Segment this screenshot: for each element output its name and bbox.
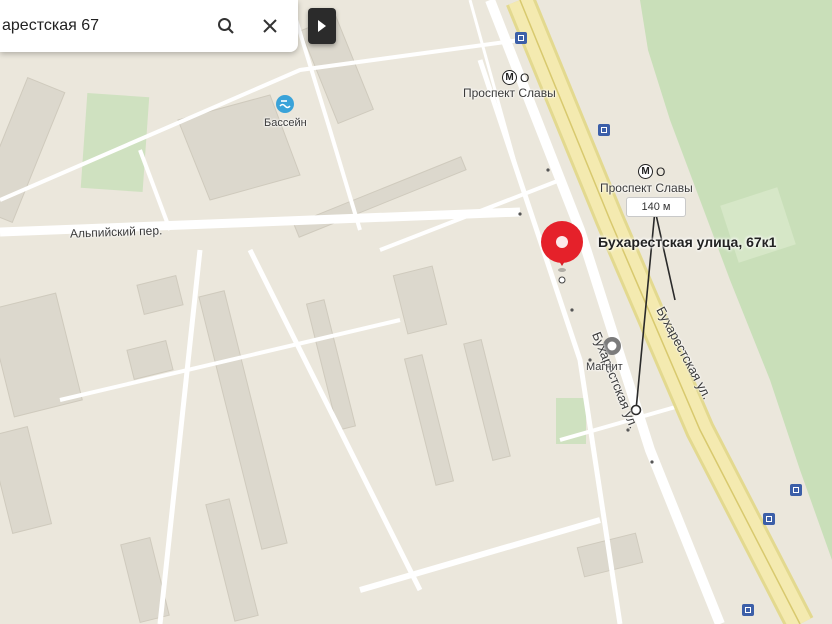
metro-marker-1[interactable]: М О (502, 70, 529, 85)
address-label[interactable]: Бухарестская улица, 67к1 (598, 234, 776, 250)
metro-name-2: Проспект Славы (600, 181, 693, 195)
pool-poi-icon[interactable] (276, 95, 294, 113)
bus-stop-icon[interactable] (598, 124, 610, 136)
metro-extra: О (656, 164, 666, 179)
distance-badge: 140 м (626, 197, 686, 217)
bus-stop-icon[interactable] (742, 604, 754, 616)
metro-icon: М (502, 70, 517, 85)
metro-extra: О (520, 70, 530, 85)
metro-icon: М (638, 164, 653, 179)
bus-stop-icon[interactable] (515, 32, 527, 44)
search-icon[interactable] (212, 12, 240, 40)
bus-stop-icon[interactable] (790, 484, 802, 496)
search-input[interactable] (0, 0, 200, 52)
pool-label: Бассейн (264, 117, 307, 129)
green-field (80, 92, 150, 193)
close-icon[interactable] (256, 12, 284, 40)
metro-name-1: Проспект Славы (463, 86, 556, 100)
route-icon (318, 20, 326, 32)
search-panel (0, 0, 298, 52)
metro-marker-2[interactable]: М О (638, 164, 665, 179)
bus-stop-icon[interactable] (763, 513, 775, 525)
route-button[interactable] (308, 8, 336, 44)
map-canvas[interactable] (0, 0, 832, 624)
store-label: Магнит (586, 361, 623, 373)
